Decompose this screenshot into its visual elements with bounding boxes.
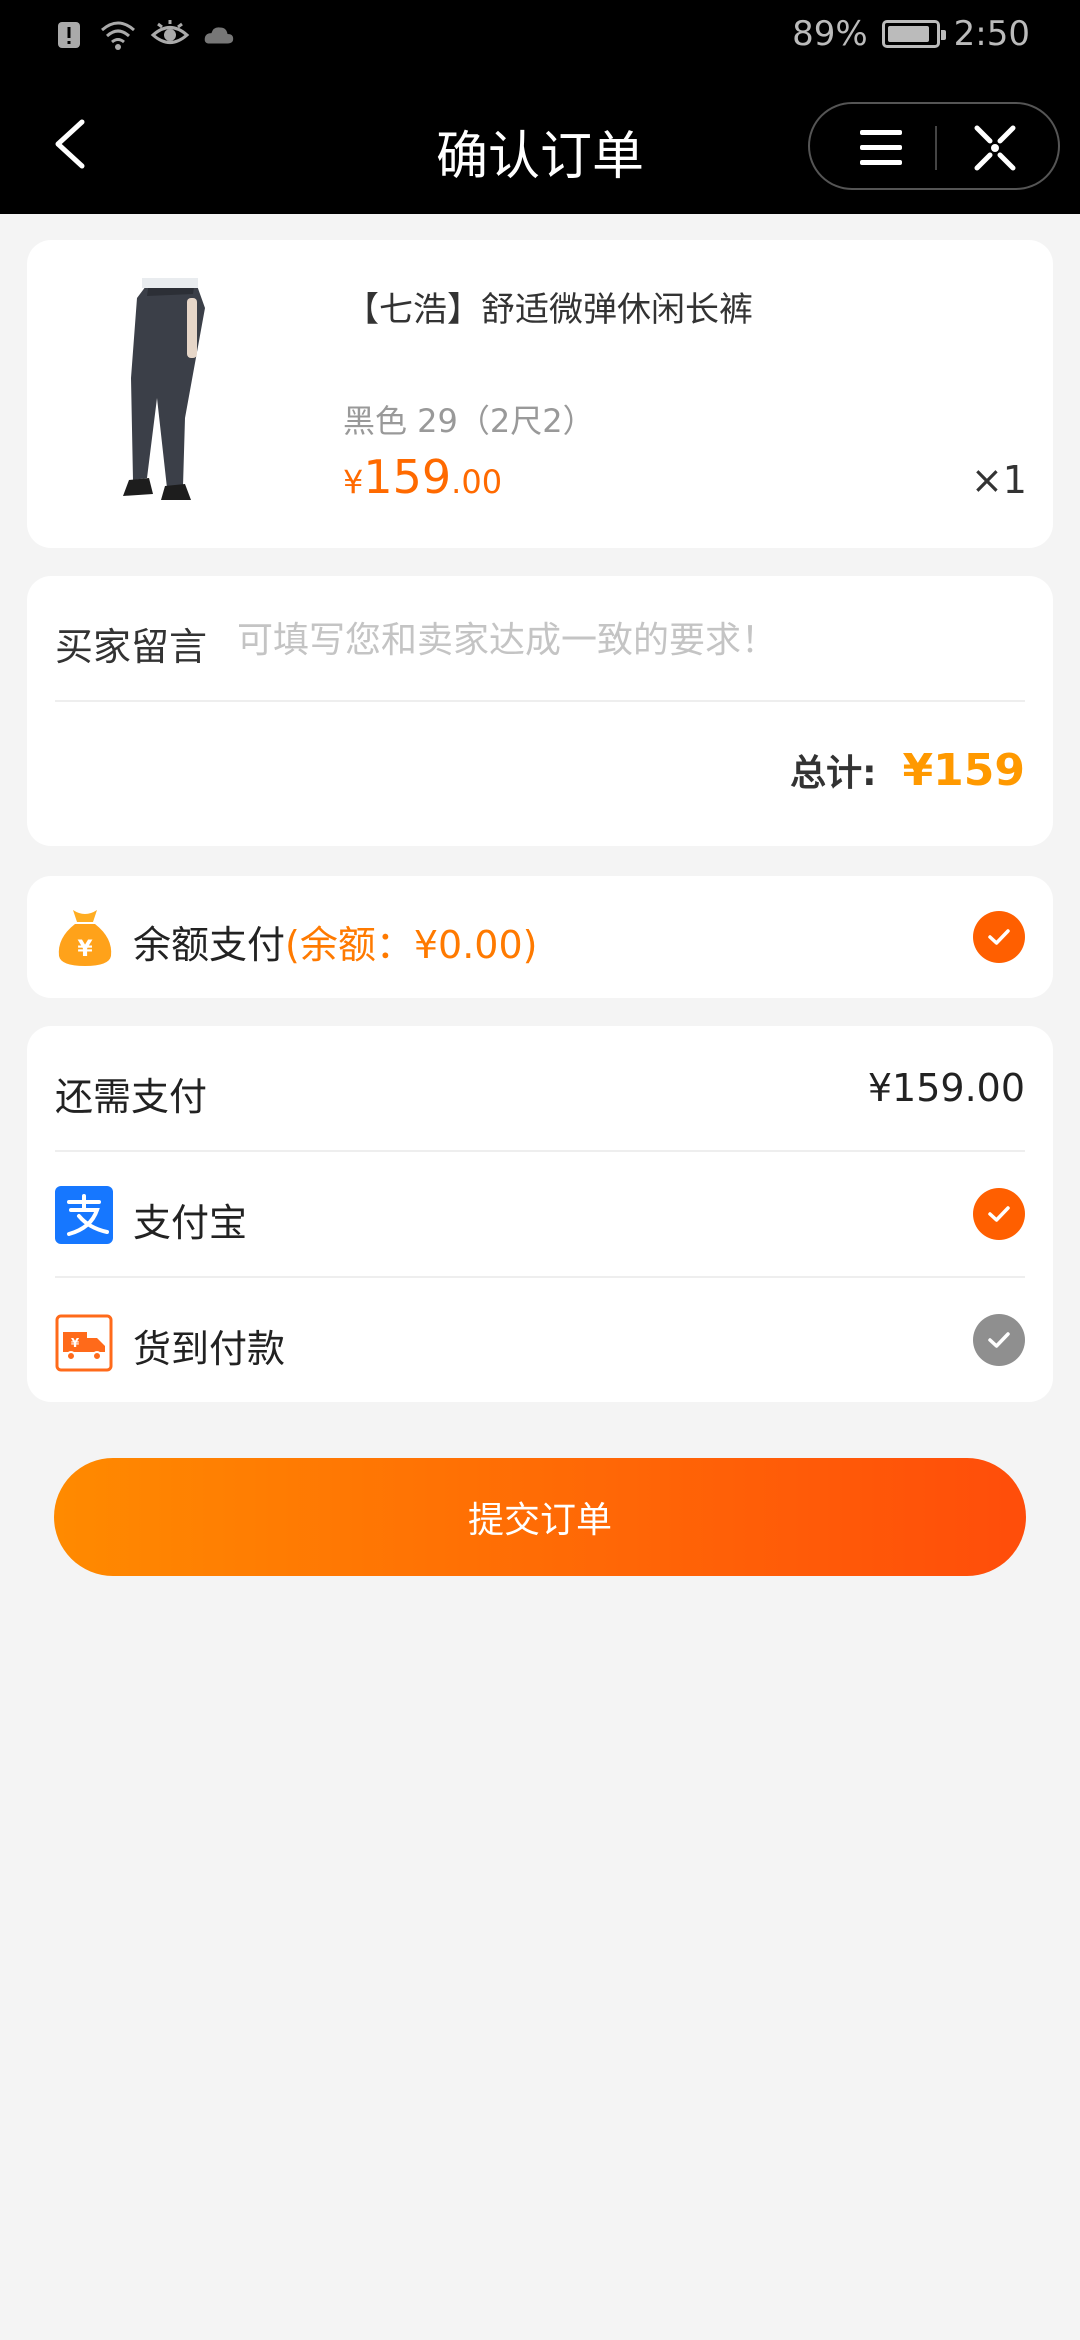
product-quantity: ×1	[970, 458, 1027, 502]
balance-label: 余额支付(余额：¥0.00)	[133, 914, 537, 969]
price-integer: 159	[363, 450, 452, 504]
nav-bar: 确认订单	[0, 74, 1080, 214]
amount-due-value: ¥159.00	[867, 1066, 1025, 1110]
product-price: ¥159.00	[343, 450, 502, 504]
buyer-message-label: 买家留言	[55, 625, 208, 669]
total-label: 总计:	[790, 753, 877, 794]
product-spec: 黑色 29（2尺2）	[343, 402, 595, 440]
battery-percent: 89%	[792, 14, 868, 54]
balance-check-icon[interactable]	[973, 911, 1025, 963]
svg-text:¥: ¥	[71, 1336, 80, 1350]
cod-label: 货到付款	[133, 1327, 286, 1371]
balance-pay-text: 余额支付	[133, 923, 286, 967]
alipay-check-icon[interactable]	[973, 1188, 1025, 1240]
alipay-label: 支付宝	[133, 1201, 248, 1245]
price-decimal: .00	[451, 463, 503, 501]
buyer-message-input[interactable]	[237, 612, 1027, 668]
divider	[55, 1150, 1025, 1152]
balance-amount: (余额：¥0.00)	[285, 923, 538, 967]
payment-card: 还需支付 ¥159.00 支付宝 ¥ 货到付款	[27, 1026, 1053, 1402]
svg-text:¥: ¥	[77, 937, 93, 962]
alipay-icon	[55, 1186, 113, 1244]
balance-payment-row[interactable]: ¥ 余额支付(余额：¥0.00)	[27, 876, 1053, 998]
cloud-icon	[204, 27, 234, 44]
submit-order-button[interactable]: 提交订单	[54, 1458, 1026, 1576]
alert-icon	[58, 22, 80, 48]
divider	[55, 1276, 1025, 1278]
clock-time: 2:50	[953, 14, 1030, 54]
divider	[55, 700, 1025, 702]
product-card[interactable]: 【七浩】舒适微弹休闲长裤 黑色 29（2尺2） ¥159.00 ×1	[27, 240, 1053, 548]
capsule-divider	[935, 126, 937, 170]
product-image	[87, 278, 317, 510]
message-card: 买家留言 总计: ¥159	[27, 576, 1053, 846]
wifi-icon	[101, 21, 135, 50]
mini-program-capsule	[808, 102, 1060, 190]
amount-due-label: 还需支付	[55, 1075, 208, 1119]
battery-icon	[881, 20, 946, 48]
status-bar: 89% 2:50	[0, 0, 1080, 74]
battery-fill	[887, 26, 929, 42]
eye-icon	[150, 20, 190, 44]
total-value: ¥159	[902, 745, 1025, 796]
delivery-truck-icon: ¥	[55, 1314, 113, 1372]
product-title: 【七浩】舒适微弹休闲长裤	[345, 290, 753, 330]
close-icon[interactable]	[962, 122, 1028, 174]
money-bag-icon: ¥	[58, 910, 112, 966]
menu-icon[interactable]	[846, 124, 916, 172]
cod-check-icon[interactable]	[973, 1314, 1025, 1366]
order-total: 总计: ¥159	[790, 744, 1025, 796]
price-currency: ¥	[343, 463, 364, 501]
